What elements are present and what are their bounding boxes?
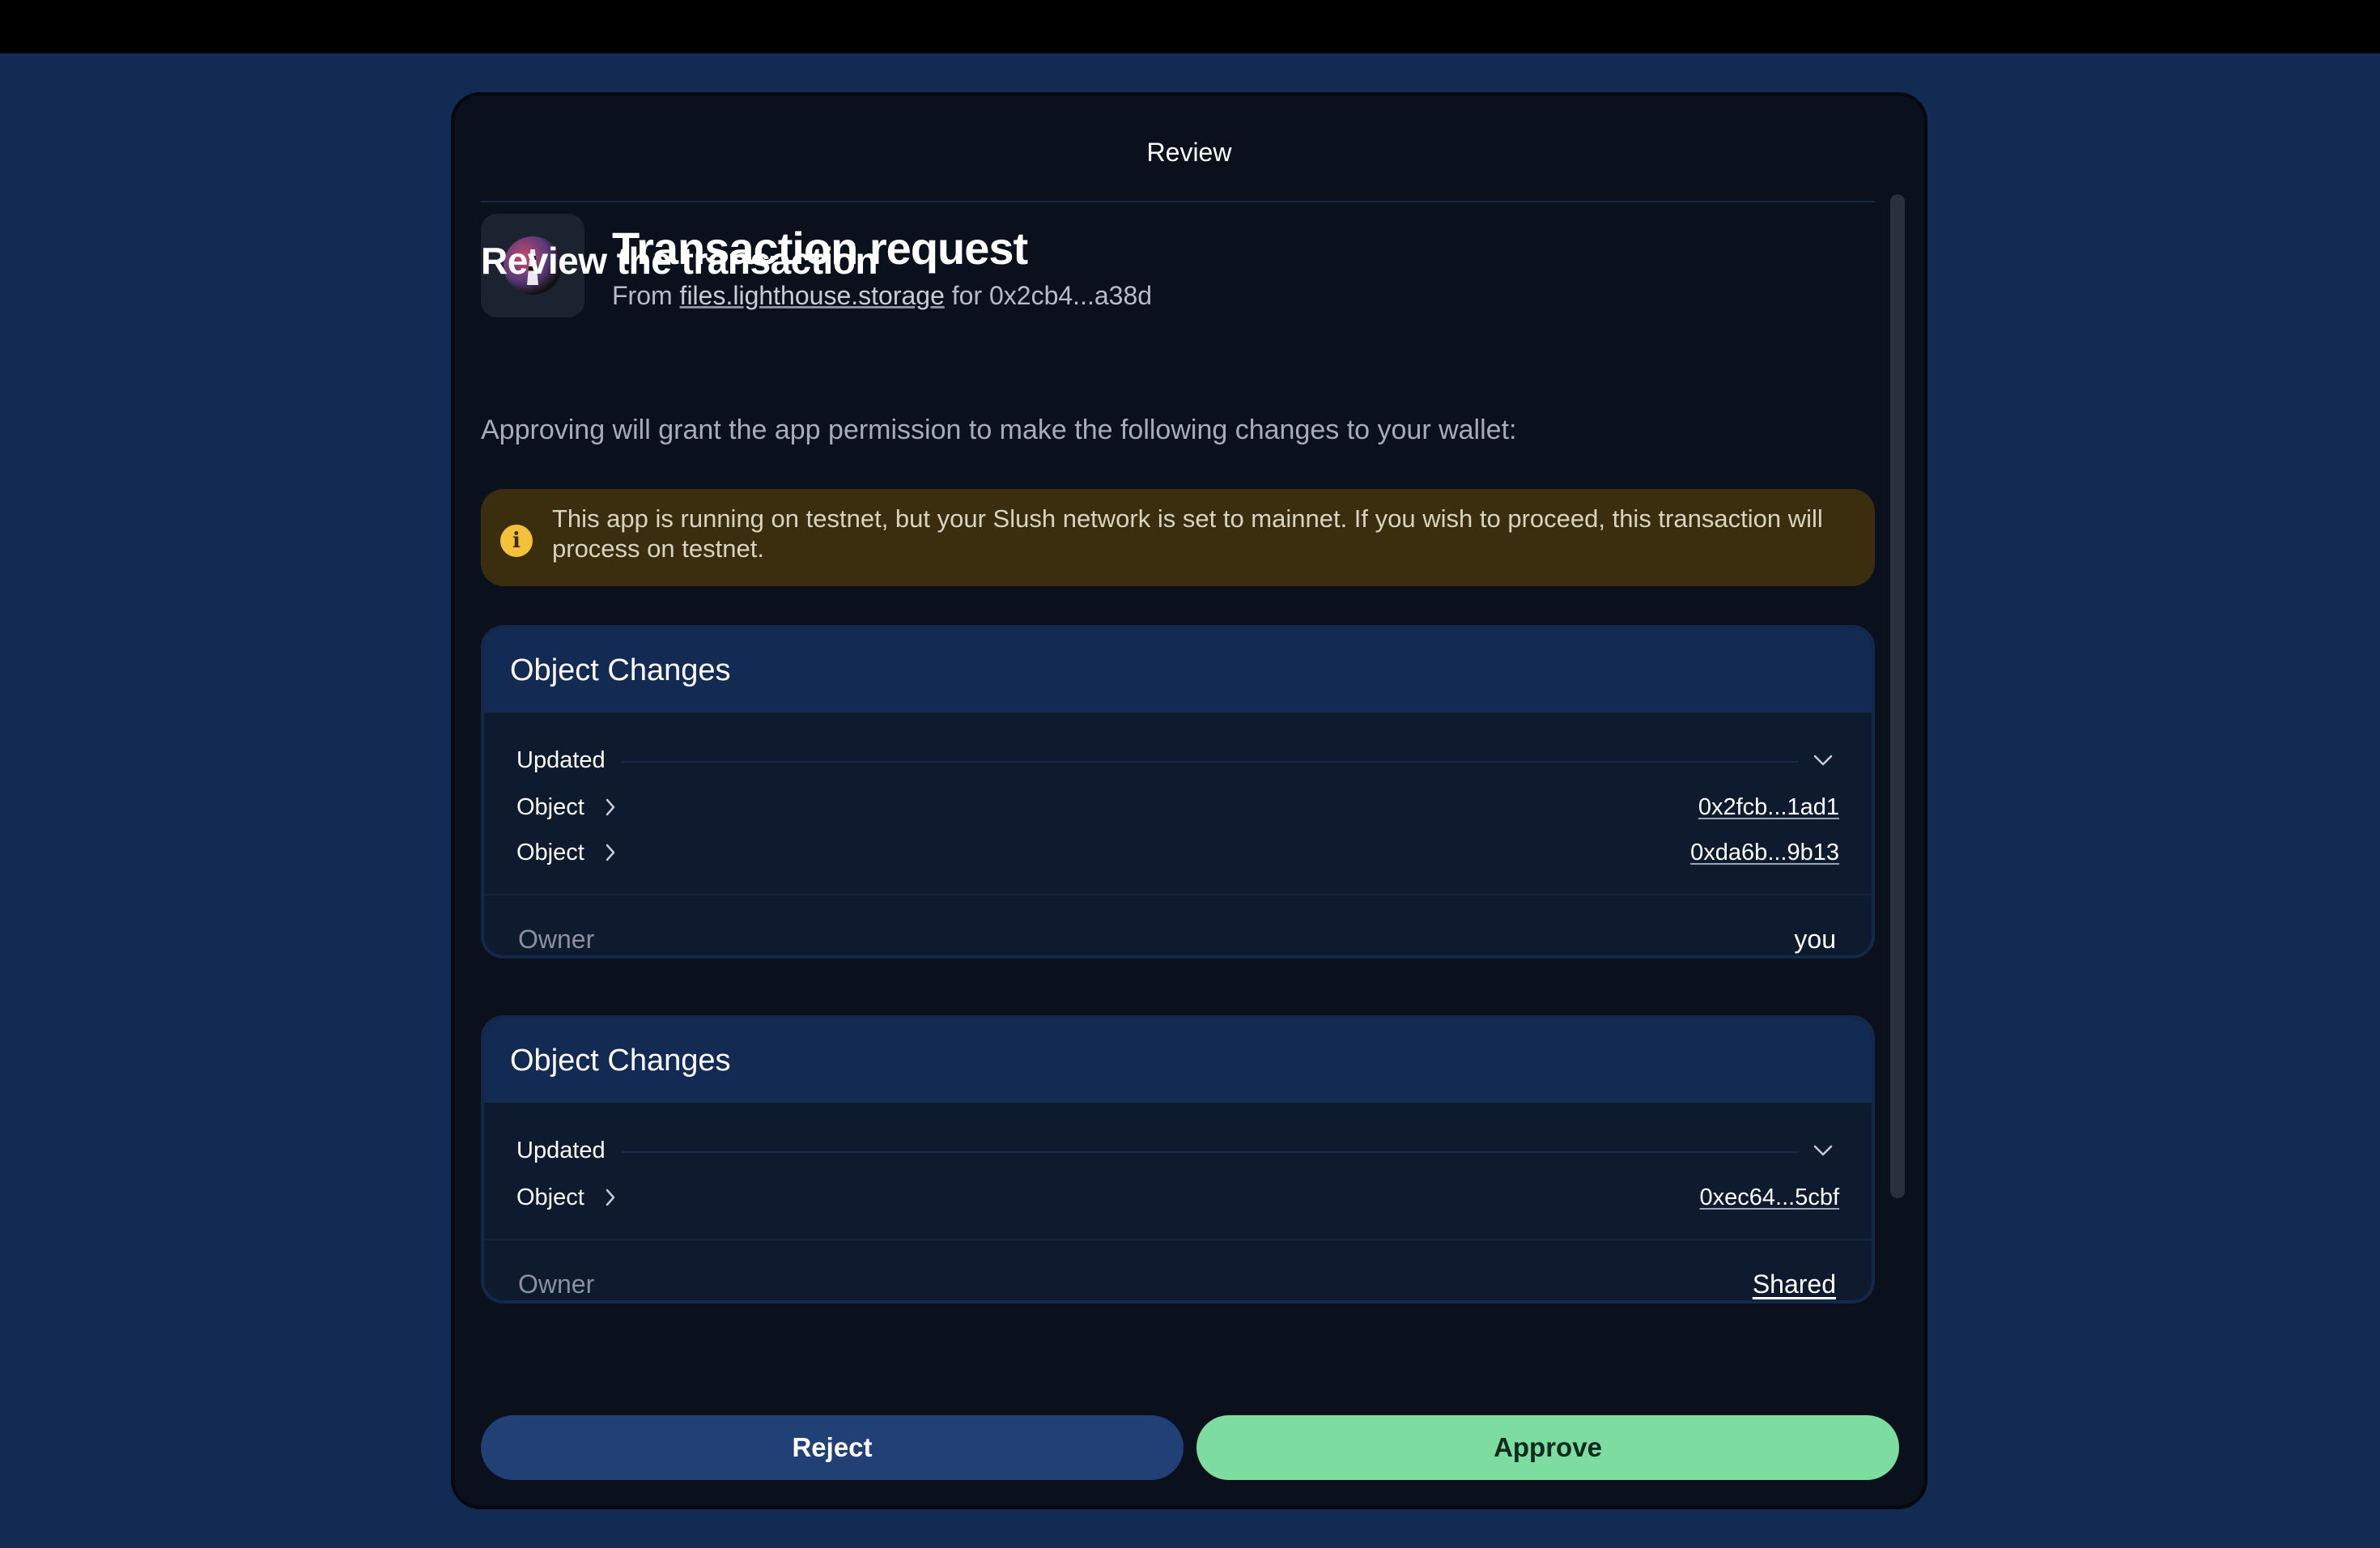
origin-link[interactable]: files.lighthouse.storage (680, 281, 945, 310)
object-changes-card: Object Changes Updated Object 0xec64...5… (481, 1015, 1875, 1303)
top-bar (0, 0, 2380, 53)
from-label: From (612, 281, 673, 310)
review-modal: Review Transaction request From files.li… (451, 92, 1927, 1509)
owner-value-link[interactable]: Shared (1753, 1265, 1836, 1300)
updated-label: Updated (516, 1138, 606, 1163)
for-label: for (951, 281, 983, 310)
chevron-down-icon[interactable] (1807, 1130, 1839, 1171)
object-label: Object (516, 794, 584, 820)
owner-label: Owner (518, 925, 595, 954)
object-id-link[interactable]: 0x2fcb...1ad1 (1698, 787, 1839, 827)
owner-row: Owner you (484, 894, 1872, 955)
info-icon: i (500, 525, 533, 557)
card-title: Object Changes (484, 628, 1872, 712)
scrollbar[interactable] (1890, 194, 1905, 1198)
object-row[interactable]: Object 0xec64...5cbf (516, 1177, 1839, 1218)
updated-group-row[interactable]: Updated (516, 1130, 1839, 1171)
card-title: Object Changes (484, 1019, 1872, 1103)
group-divider (622, 1151, 1799, 1153)
review-title: Review the transaction (481, 240, 878, 282)
modal-content: Transaction request From files.lighthous… (481, 201, 1875, 1303)
divider (481, 201, 1875, 202)
group-divider (622, 761, 1799, 763)
object-id-link[interactable]: 0xda6b...9b13 (1690, 832, 1839, 873)
approve-button[interactable]: Approve (1196, 1415, 1899, 1480)
owner-row: Owner Shared (484, 1239, 1872, 1300)
review-description: Approving will grant the app permission … (481, 415, 1517, 445)
account-address: 0x2cb4...a38d (988, 281, 1153, 310)
object-row[interactable]: Object 0xda6b...9b13 (516, 832, 1839, 873)
owner-label: Owner (518, 1269, 595, 1299)
chevron-right-icon[interactable] (601, 797, 620, 818)
updated-label: Updated (516, 747, 606, 773)
object-id-link[interactable]: 0xec64...5cbf (1700, 1177, 1840, 1218)
object-row[interactable]: Object 0x2fcb...1ad1 (516, 787, 1839, 827)
warning-text: This app is running on testnet, but your… (552, 504, 1823, 563)
modal-title: Review (1146, 138, 1232, 167)
network-warning: i This app is running on testnet, but yo… (481, 489, 1875, 586)
updated-group-row[interactable]: Updated (516, 740, 1839, 780)
object-changes-card: Object Changes Updated Object 0x2fcb...1… (481, 625, 1875, 959)
object-label: Object (516, 1184, 584, 1210)
reject-button[interactable]: Reject (481, 1415, 1184, 1480)
chevron-right-icon[interactable] (601, 842, 620, 863)
chevron-down-icon[interactable] (1807, 740, 1839, 780)
owner-value: you (1794, 925, 1836, 954)
chevron-right-icon[interactable] (601, 1187, 620, 1208)
object-label: Object (516, 840, 584, 865)
